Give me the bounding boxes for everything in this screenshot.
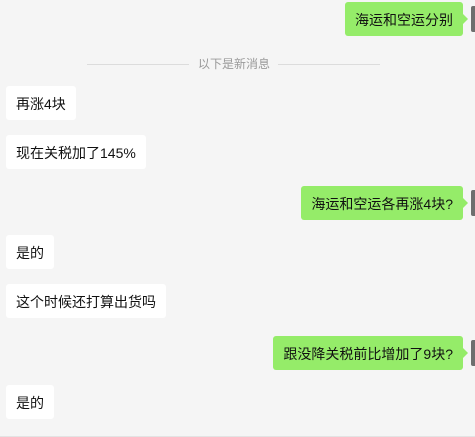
divider-line: [87, 64, 189, 65]
message-text: 现在关税加了145%: [16, 145, 136, 161]
message-bubble-self[interactable]: 海运和空运各再涨4块?: [301, 186, 468, 220]
message-text: 是的: [16, 245, 44, 261]
message-bubble-other[interactable]: 是的: [6, 235, 54, 269]
message-text: 海运和空运分别: [355, 12, 453, 28]
avatar[interactable]: [471, 190, 475, 216]
message-bubble-other[interactable]: 再涨4块: [6, 86, 76, 120]
message-text: 海运和空运各再涨4块?: [311, 196, 453, 212]
new-messages-divider: 以下是新消息: [0, 57, 475, 71]
message-text: 再涨4块: [16, 96, 66, 112]
avatar[interactable]: [471, 340, 475, 366]
message-bubble-self[interactable]: 海运和空运分别: [345, 2, 468, 36]
divider-line: [278, 64, 380, 65]
chat-message-area[interactable]: 海运和空运分别 以下是新消息 再涨4块 现在关税加了145% 海运和空运各再涨4…: [0, 0, 475, 437]
message-text: 是的: [16, 395, 44, 411]
message-bubble-self[interactable]: 跟没降关税前比增加了9块?: [273, 336, 468, 370]
message-text: 这个时候还打算出货吗: [16, 294, 156, 310]
message-bubble-other[interactable]: 现在关税加了145%: [6, 135, 146, 169]
message-bubble-other[interactable]: 是的: [6, 385, 54, 419]
message-text: 跟没降关税前比增加了9块?: [283, 346, 453, 362]
divider-text: 以下是新消息: [197, 57, 270, 71]
avatar[interactable]: [471, 6, 475, 32]
message-bubble-other[interactable]: 这个时候还打算出货吗: [6, 284, 166, 318]
